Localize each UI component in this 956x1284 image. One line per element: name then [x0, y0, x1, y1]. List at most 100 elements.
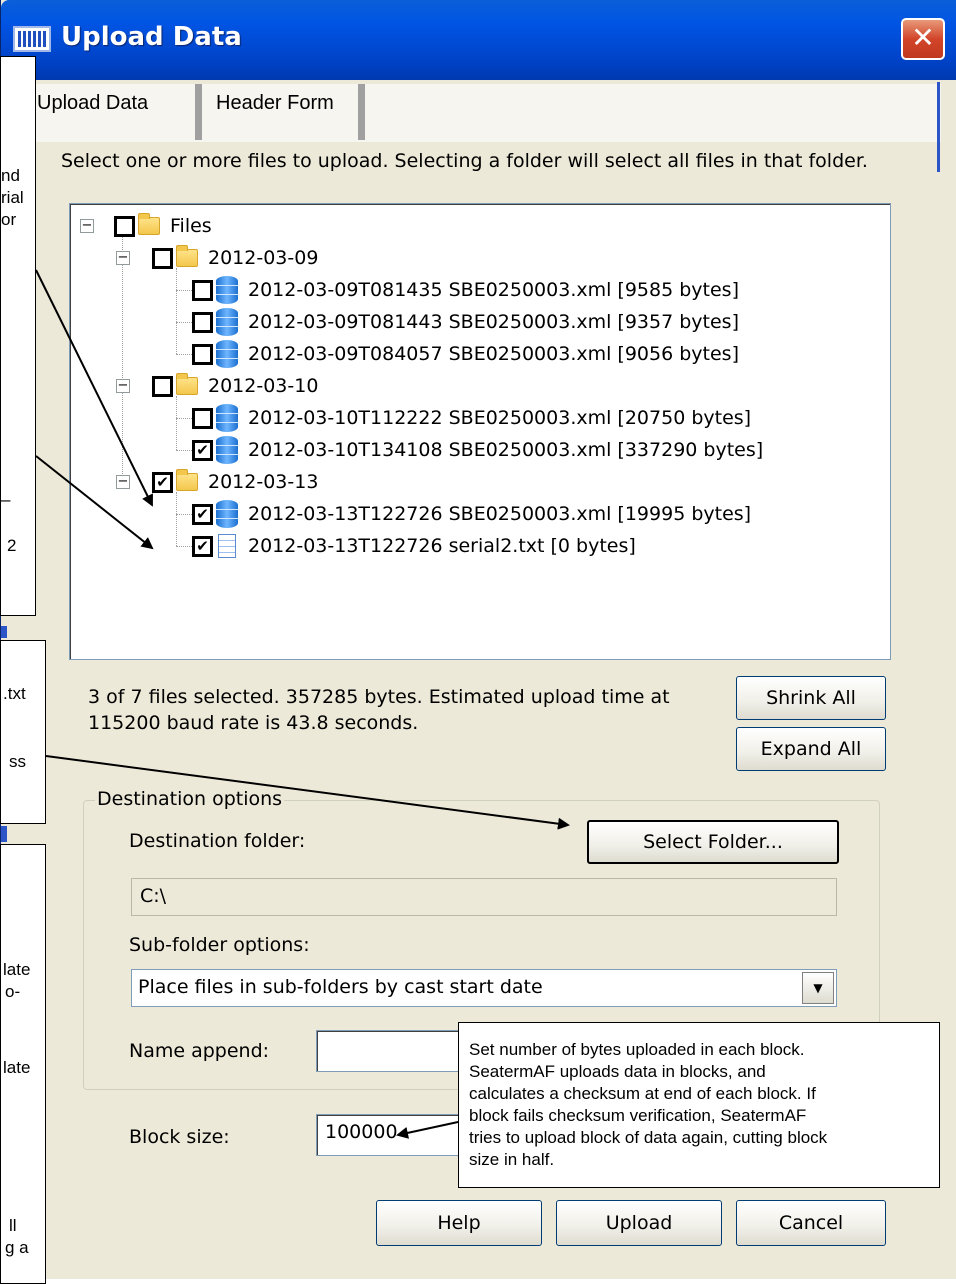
callout-line: g a: [5, 1238, 29, 1257]
node-label: 2012-03-13: [208, 471, 319, 493]
node-label: Files: [170, 215, 212, 237]
checkbox[interactable]: [192, 311, 213, 333]
tree-node-file[interactable]: 2012-03-09T081443 SBE0250003.xml [9357 b…: [192, 308, 739, 336]
window-edge: [1, 626, 7, 638]
checkbox[interactable]: ✔: [192, 535, 213, 557]
tree-node-file[interactable]: ✔ 2012-03-10T134108 SBE0250003.xml [3372…: [192, 436, 763, 464]
callout-line: SeatermAF uploads data in blocks, and: [469, 1062, 766, 1081]
tree-node-file[interactable]: ✔ 2012-03-13T122726 SBE0250003.xml [1999…: [192, 500, 751, 528]
name-append-label: Name append:: [129, 1040, 270, 1062]
destination-folder-label: Destination folder:: [129, 830, 306, 852]
subfolder-options-select[interactable]: Place files in sub-folders by cast start…: [131, 969, 837, 1007]
callout-line: ll: [9, 1216, 17, 1235]
file-tree[interactable]: − Files − 2012-03-09 2012-03-09T081435 S…: [69, 203, 891, 660]
node-label: 2012-03-09: [208, 247, 319, 269]
node-label: 2012-03-09T081443 SBE0250003.xml [9357 b…: [248, 311, 739, 333]
folder-icon: [176, 373, 198, 395]
block-size-label: Block size:: [129, 1126, 230, 1148]
database-icon: [216, 500, 238, 528]
collapse-toggle[interactable]: −: [80, 219, 94, 233]
checkbox[interactable]: [152, 247, 173, 269]
window-title: Upload Data: [61, 22, 242, 52]
upload-button[interactable]: Upload: [556, 1200, 722, 1246]
checkbox[interactable]: ✔: [152, 471, 173, 493]
checkbox[interactable]: [114, 215, 135, 237]
tree-node-file[interactable]: 2012-03-10T112222 SBE0250003.xml [20750 …: [192, 404, 751, 432]
node-label: 2012-03-10: [208, 375, 319, 397]
checkbox[interactable]: [152, 375, 173, 397]
cancel-button[interactable]: Cancel: [736, 1200, 886, 1246]
tree-node-folder[interactable]: 2012-03-10: [152, 372, 318, 400]
text-file-icon: [218, 534, 236, 558]
tree-connector: [176, 492, 177, 546]
callout-line: or: [1, 210, 17, 229]
node-label: 2012-03-09T084057 SBE0250003.xml [9056 b…: [248, 343, 739, 365]
selection-status: 3 of 7 files selected. 357285 bytes. Est…: [88, 684, 708, 736]
name-append-input[interactable]: [316, 1030, 476, 1072]
callout-line: ss: [9, 752, 26, 771]
help-button[interactable]: Help: [376, 1200, 542, 1246]
tree-connector: [176, 268, 177, 354]
checkbox[interactable]: [192, 279, 213, 301]
checkbox[interactable]: ✔: [192, 503, 213, 525]
database-icon: [216, 308, 238, 336]
callout-line: o-: [5, 982, 21, 1001]
tree-node-folder[interactable]: ✔ 2012-03-13: [152, 468, 318, 496]
collapse-toggle[interactable]: −: [116, 379, 130, 393]
window-edge: [937, 82, 947, 172]
callout-line: size in half.: [469, 1150, 555, 1169]
title-bar: Upload Data ✕: [1, 0, 956, 80]
collapse-toggle[interactable]: −: [116, 475, 130, 489]
select-folder-button[interactable]: Select Folder...: [587, 820, 839, 864]
block-size-input[interactable]: 100000: [316, 1114, 476, 1156]
subfolder-options-label: Sub-folder options:: [129, 934, 310, 956]
tree-connector: [122, 236, 123, 486]
node-label: 2012-03-13T122726 SBE0250003.xml [19995 …: [248, 503, 752, 525]
callout-line: –: [1, 490, 11, 509]
callout-line: late: [3, 1058, 31, 1077]
collapse-toggle[interactable]: −: [116, 251, 130, 265]
checkbox[interactable]: [192, 343, 213, 365]
callout-line: block fails checksum verification, Seate…: [469, 1106, 807, 1125]
callout-line: rial: [1, 188, 24, 207]
tree-node-file[interactable]: 2012-03-09T081435 SBE0250003.xml [9585 b…: [192, 276, 739, 304]
node-label: 2012-03-10T112222 SBE0250003.xml [20750 …: [248, 407, 752, 429]
folder-icon: [176, 469, 198, 491]
tree-connector: [176, 396, 177, 450]
database-icon: [216, 404, 238, 432]
expand-all-button[interactable]: Expand All: [736, 727, 886, 771]
database-icon: [216, 436, 238, 464]
callout-line: 2: [7, 536, 17, 555]
database-icon: [216, 276, 238, 304]
callout-destination-note: late o- late ll g a: [0, 844, 46, 1284]
callout-line: .txt: [3, 684, 26, 703]
tree-node-file[interactable]: 2012-03-09T084057 SBE0250003.xml [9056 b…: [192, 340, 739, 368]
callout-line: Set number of bytes uploaded in each blo…: [469, 1040, 805, 1059]
callout-tree-note: nd rial or – 2: [0, 56, 36, 616]
node-label: 2012-03-10T134108 SBE0250003.xml [337290…: [248, 439, 764, 461]
tree-node-folder[interactable]: 2012-03-09: [152, 244, 318, 272]
callout-block-size: Set number of bytes uploaded in each blo…: [458, 1022, 940, 1188]
app-icon: [13, 26, 51, 52]
folder-icon: [138, 213, 160, 235]
close-button[interactable]: ✕: [901, 18, 945, 60]
destination-folder-field: C:\: [131, 878, 837, 916]
database-icon: [216, 340, 238, 368]
callout-line: calculates a checksum at end of each blo…: [469, 1084, 816, 1103]
checkbox[interactable]: ✔: [192, 439, 213, 461]
shrink-all-button[interactable]: Shrink All: [736, 676, 886, 720]
chevron-down-icon[interactable]: ▼: [802, 972, 834, 1004]
node-label: 2012-03-13T122726 serial2.txt [0 bytes]: [248, 535, 636, 557]
callout-line: late: [3, 960, 31, 979]
status-line: 3 of 7 files selected. 357285 bytes. Est…: [88, 686, 670, 708]
destination-options-legend: Destination options: [95, 788, 285, 810]
folder-icon: [176, 245, 198, 267]
tree-node-file[interactable]: ✔ 2012-03-13T122726 serial2.txt [0 bytes…: [192, 532, 636, 560]
checkbox[interactable]: [192, 407, 213, 429]
callout-line: nd: [1, 166, 20, 185]
tab-upload-data[interactable]: Upload Data: [37, 84, 187, 140]
tree-node-root[interactable]: Files: [114, 212, 212, 240]
subfolder-selected-value: Place files in sub-folders by cast start…: [138, 976, 543, 998]
node-label: 2012-03-09T081435 SBE0250003.xml [9585 b…: [248, 279, 739, 301]
tab-header-form[interactable]: Header Form: [195, 84, 365, 140]
